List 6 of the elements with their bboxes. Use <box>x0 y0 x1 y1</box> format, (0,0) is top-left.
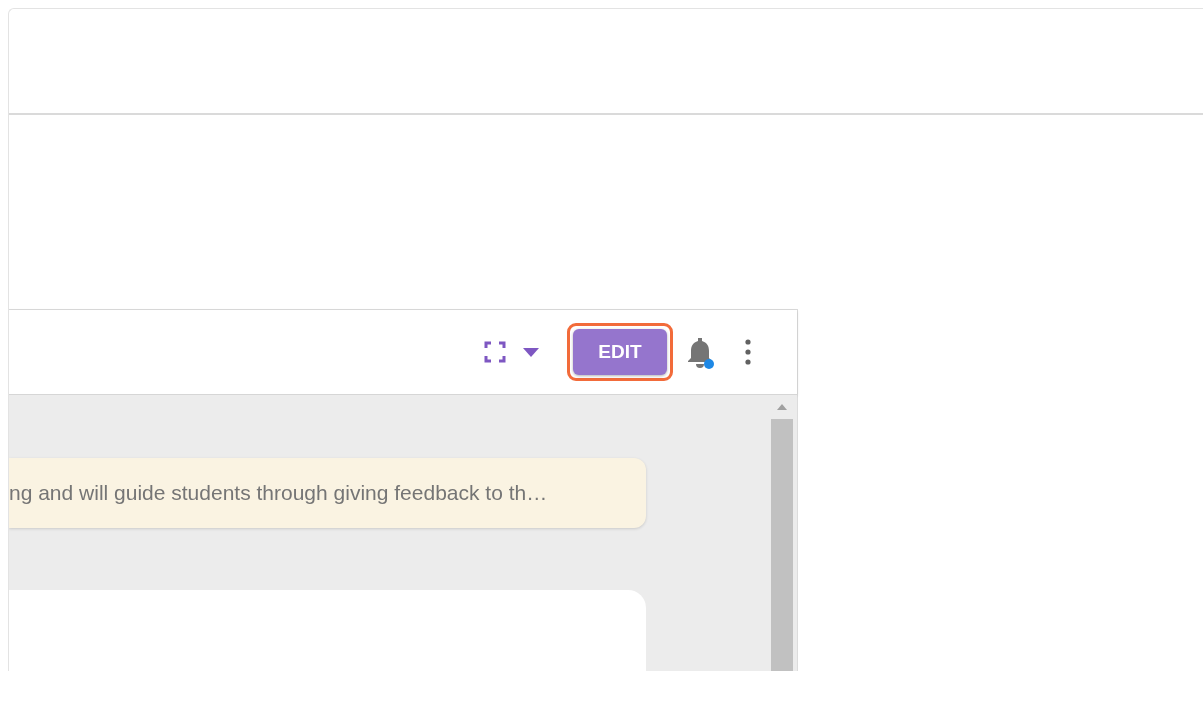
edit-button[interactable]: EDIT <box>573 329 667 375</box>
bell-icon[interactable] <box>685 335 715 369</box>
fullscreen-icon[interactable] <box>484 341 506 363</box>
banner-text: ng and will guide students through giving feedback to th… <box>9 481 548 505</box>
caret-icon[interactable] <box>523 347 539 357</box>
more-icon[interactable] <box>745 339 751 365</box>
